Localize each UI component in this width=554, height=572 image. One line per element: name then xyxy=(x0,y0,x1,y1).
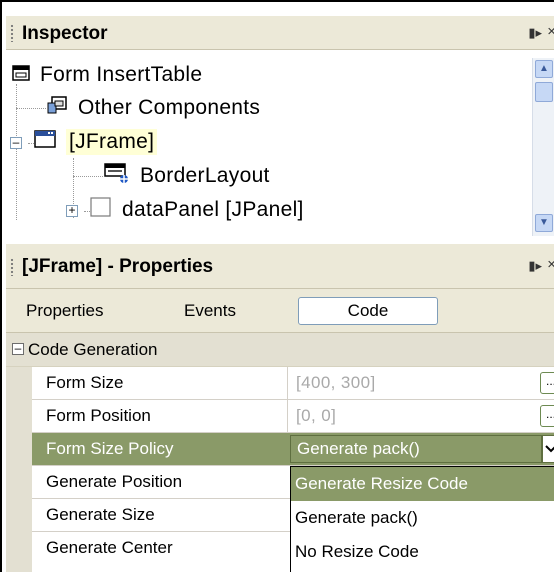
tree-connector xyxy=(16,108,46,109)
section-code-generation[interactable]: – Code Generation xyxy=(6,333,554,367)
tree-item-label: dataPanel [JPanel] xyxy=(122,198,304,221)
tree-item-label: Other Components xyxy=(78,96,261,119)
collapse-toggle[interactable]: – xyxy=(10,136,22,149)
property-name: Generate Center xyxy=(46,538,173,557)
components-icon xyxy=(46,95,68,121)
dropdown-option[interactable]: Generate Resize Code xyxy=(291,467,554,501)
column-divider xyxy=(287,400,288,432)
tree-item-jframe[interactable]: [JFrame] xyxy=(34,125,158,159)
property-value[interactable]: [400, 300] xyxy=(296,373,376,393)
scroll-down-icon[interactable]: ▼ xyxy=(535,214,553,232)
grip-handle[interactable] xyxy=(10,24,14,42)
tree-item-form[interactable]: Form InsertTable xyxy=(12,58,202,92)
scroll-up-icon[interactable]: ▲ xyxy=(535,60,553,78)
collapse-toggle[interactable]: – xyxy=(12,342,24,355)
properties-tabs: Properties Events Code xyxy=(6,289,554,333)
size-policy-select[interactable]: Generate pack() xyxy=(290,435,542,463)
tab-code[interactable]: Code xyxy=(298,297,438,325)
column-divider xyxy=(287,367,288,399)
pin-icon[interactable]: ▮▸ xyxy=(528,25,542,41)
panel-icon xyxy=(90,197,112,223)
inspector-scrollbar[interactable]: ▲ ▼ xyxy=(532,58,554,236)
tree-item-label: Form InsertTable xyxy=(40,63,203,86)
pin-icon[interactable]: ▮▸ xyxy=(528,258,542,274)
tree-item-other-components[interactable]: Other Components xyxy=(46,91,260,125)
close-icon[interactable]: × xyxy=(547,256,554,273)
tree-item-borderlayout[interactable]: BorderLayout xyxy=(104,159,270,193)
dropdown-option[interactable]: Generate pack() xyxy=(291,501,554,535)
property-row-form-position[interactable]: Form Position [0, 0] ... xyxy=(32,400,554,433)
tree-connector xyxy=(16,84,17,220)
property-name: Generate Position xyxy=(46,472,183,491)
expand-toggle[interactable]: + xyxy=(66,204,78,217)
property-name: Form Size Policy xyxy=(46,439,174,458)
tree-item-datapanel[interactable]: dataPanel [JPanel] xyxy=(90,193,304,227)
property-name: Form Position xyxy=(46,406,151,425)
frame-icon xyxy=(34,130,56,154)
dropdown-option[interactable]: No Resize Code xyxy=(291,535,554,569)
scroll-thumb[interactable] xyxy=(535,82,553,102)
property-value[interactable]: [0, 0] xyxy=(296,406,336,426)
chevron-down-icon xyxy=(545,445,554,453)
tree-item-label: BorderLayout xyxy=(140,164,270,187)
inspector-title: Inspector xyxy=(22,23,108,44)
form-icon xyxy=(12,63,30,87)
inspector-header[interactable]: Inspector ▮▸ × xyxy=(6,16,554,50)
property-row-form-size-policy[interactable]: Form Size Policy Generate pack() xyxy=(32,433,554,466)
close-icon[interactable]: × xyxy=(547,23,554,40)
property-row-form-size[interactable]: Form Size [400, 300] ... xyxy=(32,367,554,400)
properties-title: [JFrame] - Properties xyxy=(22,256,214,277)
inspector-tree: Form InsertTable Other Components – [JFr… xyxy=(6,58,532,236)
ellipsis-button[interactable]: ... xyxy=(540,372,554,394)
tree-item-label: [JFrame] xyxy=(66,129,158,155)
property-gutter xyxy=(6,367,32,572)
dropdown-button[interactable] xyxy=(542,435,554,463)
tab-properties[interactable]: Properties xyxy=(26,301,103,321)
grip-handle[interactable] xyxy=(10,258,14,276)
section-label: Code Generation xyxy=(28,340,158,359)
ellipsis-button[interactable]: ... xyxy=(540,405,554,427)
size-policy-dropdown: Generate Resize Code Generate pack() No … xyxy=(290,466,554,572)
property-name: Generate Size xyxy=(46,505,155,524)
property-name: Form Size xyxy=(46,373,124,392)
properties-header[interactable]: [JFrame] - Properties ▮▸ × xyxy=(6,244,554,289)
tab-events[interactable]: Events xyxy=(184,301,236,321)
tree-connector xyxy=(73,176,103,177)
layout-icon xyxy=(104,162,130,190)
